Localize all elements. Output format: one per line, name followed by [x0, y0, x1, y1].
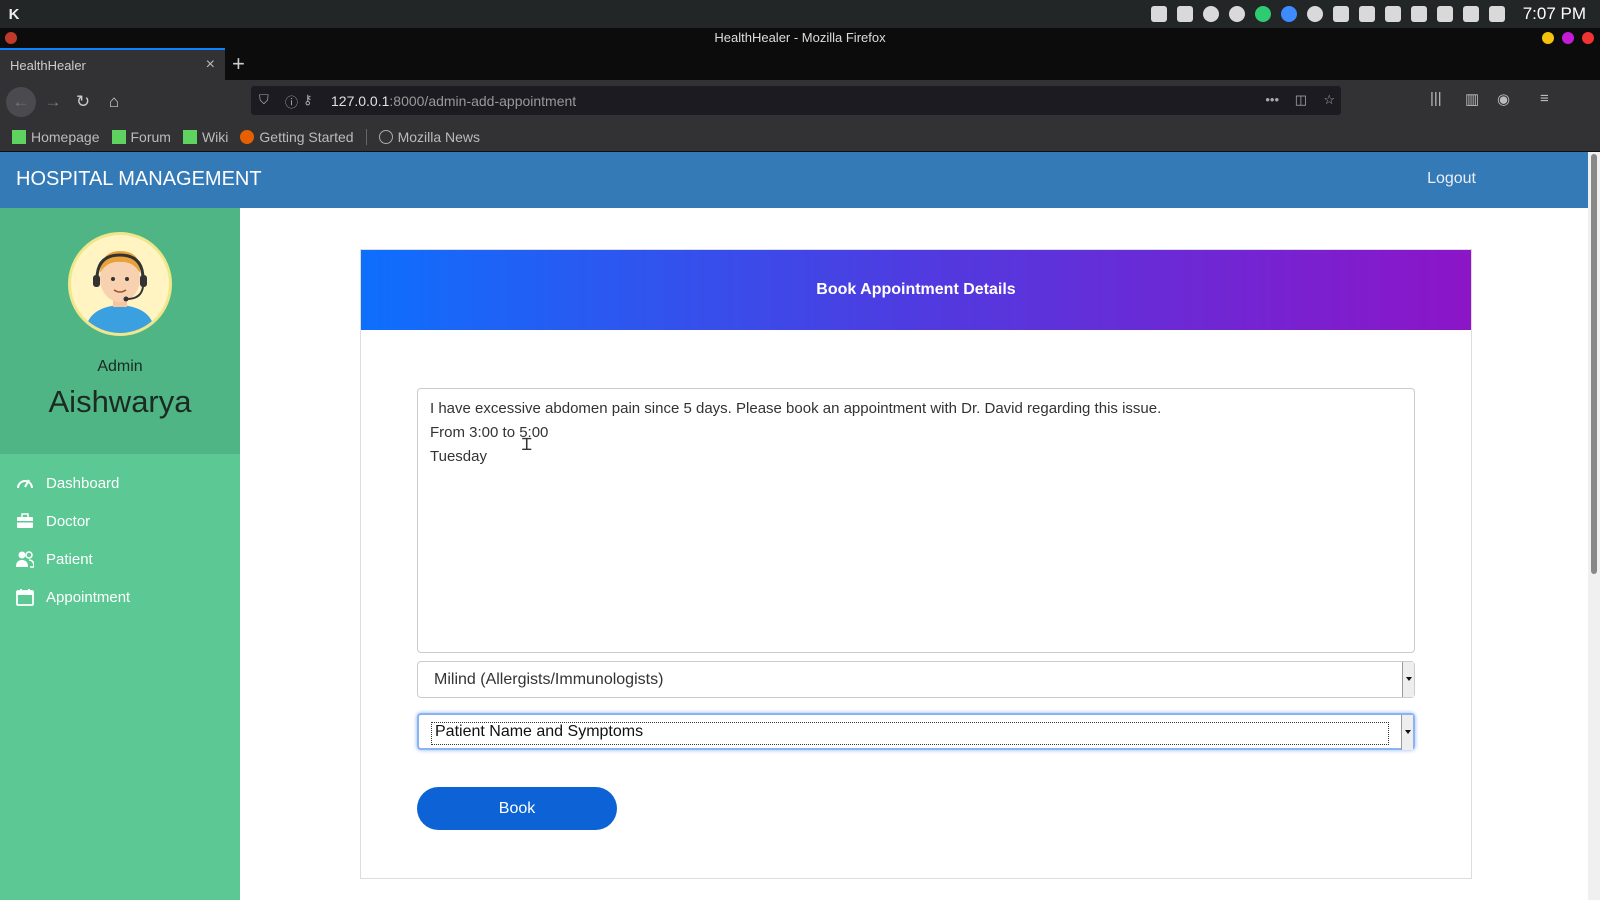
briefcase-icon	[17, 513, 33, 528]
info-icon[interactable]: ⓘ	[285, 92, 298, 111]
account-icon[interactable]: ◉	[1497, 90, 1510, 108]
avatar-illustration	[71, 235, 169, 333]
users-icon	[16, 551, 34, 568]
bookmarks-toolbar: Homepage Forum Wiki Getting Started Mozi…	[0, 122, 1600, 152]
bookmark-homepage[interactable]: Homepage	[12, 129, 100, 145]
sidebar-menu: Dashboard Doctor Patient Appointment	[0, 464, 240, 616]
bookmark-getting-started[interactable]: Getting Started	[240, 129, 354, 145]
library-icon[interactable]: |||	[1430, 90, 1442, 107]
globe-icon	[378, 129, 393, 144]
close-tab-icon[interactable]: ×	[206, 56, 215, 74]
sidebar-item-label: Doctor	[46, 512, 91, 530]
sidebar-item-label: Appointment	[46, 588, 131, 606]
clock[interactable]: 7:07 PM	[1523, 4, 1586, 24]
bookmark-star-icon[interactable]: ☆	[1323, 92, 1335, 108]
profile-panel: Admin Aishwarya	[0, 208, 240, 454]
new-tab-button[interactable]: +	[232, 51, 245, 77]
sidebar-item-dashboard[interactable]: Dashboard	[0, 464, 240, 502]
kde-launcher-icon[interactable]: K	[0, 0, 28, 28]
system-taskbar: K 7:07 PM	[0, 0, 1600, 28]
speedometer-icon	[17, 479, 33, 489]
hamburger-menu-icon[interactable]: ≡	[1540, 90, 1549, 107]
top-navbar: HOSPITAL MANAGEMENT Logout	[0, 152, 1588, 208]
clipboard-icon[interactable]	[1150, 6, 1167, 22]
dropdown-arrow-icon[interactable]	[1402, 662, 1414, 697]
microphone-icon[interactable]	[1436, 6, 1453, 22]
web-page: HOSPITAL MANAGEMENT Logout Admin Aishwar…	[0, 152, 1600, 900]
reload-button[interactable]: ↻	[70, 89, 96, 115]
manjaro-icon	[182, 129, 197, 144]
alert-icon[interactable]	[1254, 6, 1271, 22]
calendar-icon	[16, 589, 34, 606]
page-actions-icon[interactable]: •••	[1265, 92, 1279, 107]
book-button[interactable]: Book	[417, 787, 617, 830]
manjaro-icon	[12, 129, 26, 144]
battery-icon[interactable]	[1410, 6, 1427, 22]
text-cursor-icon: Ɪ	[522, 435, 532, 454]
volume-icon[interactable]	[1384, 6, 1401, 22]
dropdown-arrow-icon[interactable]	[1401, 715, 1413, 750]
sidebar-item-label: Dashboard	[46, 474, 120, 492]
brand-title[interactable]: HOSPITAL MANAGEMENT	[16, 168, 262, 191]
user-name: Aishwarya	[48, 384, 192, 419]
window-controls	[1542, 32, 1594, 44]
sidebar-toggle-icon[interactable]: ▥	[1465, 90, 1479, 108]
url-text[interactable]: 127.0.0.1:8000/admin-add-appointment	[331, 93, 576, 109]
patient-select-value: Patient Name and Symptoms	[435, 723, 644, 740]
pocket-icon[interactable]: ◫	[1295, 92, 1307, 108]
bookmark-forum[interactable]: Forum	[111, 129, 171, 145]
password-manager-icon[interactable]	[1228, 6, 1245, 22]
scrollbar-thumb[interactable]	[1591, 154, 1597, 574]
doctor-select[interactable]: Milind (Allergists/Immunologists)	[417, 661, 1415, 698]
form-title: Book Appointment Details	[361, 250, 1471, 330]
lock-icon[interactable]	[1202, 6, 1219, 22]
sidebar: Admin Aishwarya Dashboard Doctor Patient…	[0, 208, 240, 900]
firefox-icon	[5, 32, 17, 44]
firefox-icon	[240, 129, 255, 144]
navigation-toolbar: ← → ↻ ⌂ ⛉ ⓘ ⚷ 127.0.0.1:8000/admin-add-a…	[0, 80, 1600, 122]
maximize-button[interactable]	[1562, 32, 1574, 44]
sidebar-item-patient[interactable]: Patient	[0, 540, 240, 578]
sidebar-item-appointment[interactable]: Appointment	[0, 578, 240, 616]
bookmark-wiki[interactable]: Wiki	[182, 129, 228, 145]
patient-select[interactable]: Patient Name and Symptoms	[417, 713, 1415, 750]
system-tray: 7:07 PM	[1150, 0, 1600, 28]
sidebar-item-label: Patient	[46, 550, 93, 568]
window-titlebar: HealthHealer - Mozilla Firefox	[0, 28, 1600, 48]
wifi-icon[interactable]	[1462, 6, 1479, 22]
bookmark-separator	[365, 128, 367, 145]
chromium-icon[interactable]	[1280, 6, 1297, 22]
forward-button[interactable]: →	[40, 89, 66, 115]
doctor-select-value: Milind (Allergists/Immunologists)	[434, 671, 664, 688]
manjaro-icon	[111, 129, 126, 144]
description-textarea[interactable]: I have excessive abdomen pain since 5 da…	[417, 388, 1415, 653]
home-button[interactable]: ⌂	[101, 89, 127, 115]
back-button[interactable]: ←	[6, 87, 36, 117]
page-scrollbar[interactable]	[1588, 152, 1600, 900]
shield-icon[interactable]: ⛉	[259, 92, 269, 108]
window-title: HealthHealer - Mozilla Firefox	[714, 30, 886, 45]
tab-strip: HealthHealer × +	[0, 48, 1600, 80]
close-window-button[interactable]	[1582, 32, 1594, 44]
browser-tab[interactable]: HealthHealer ×	[0, 48, 225, 80]
avatar	[68, 232, 172, 336]
sidebar-item-doctor[interactable]: Doctor	[0, 502, 240, 540]
appointment-form-card: Book Appointment Details I have excessiv…	[360, 249, 1472, 879]
user-role: Admin	[97, 358, 143, 375]
tray-expand-icon[interactable]	[1488, 6, 1505, 22]
shield-icon[interactable]	[1332, 6, 1349, 22]
tab-title: HealthHealer	[10, 58, 86, 73]
minimize-button[interactable]	[1542, 32, 1554, 44]
key-icon[interactable]: ⚷	[303, 92, 313, 108]
whatsapp-icon[interactable]	[1306, 6, 1323, 22]
bookmark-mozilla-news[interactable]: Mozilla News	[378, 129, 480, 145]
logout-link[interactable]: Logout	[1427, 170, 1476, 188]
devices-icon[interactable]	[1358, 6, 1375, 22]
url-bar[interactable]: ⛉ ⓘ ⚷ 127.0.0.1:8000/admin-add-appointme…	[251, 86, 1341, 115]
notes-icon[interactable]	[1176, 6, 1193, 22]
